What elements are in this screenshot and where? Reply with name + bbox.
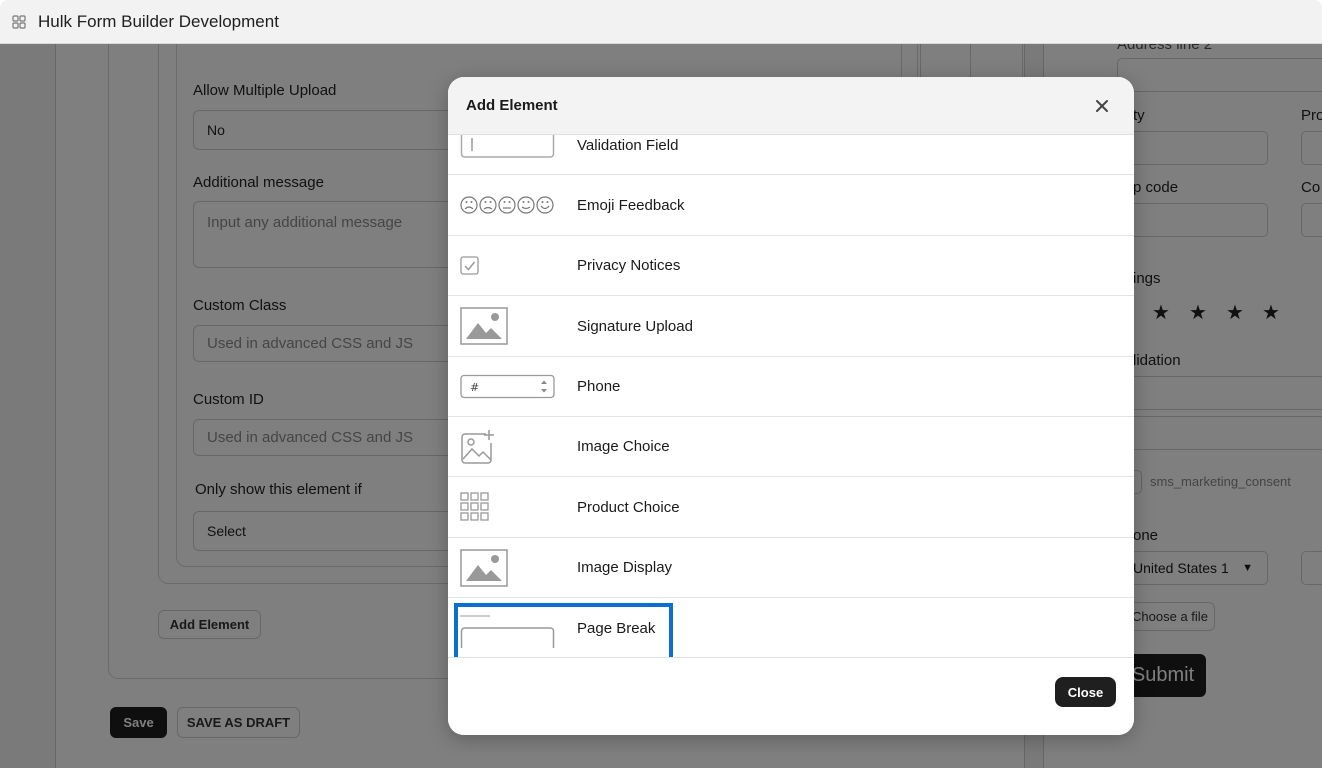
element-option-phone[interactable]: # Phone (448, 357, 1134, 417)
image-icon (460, 296, 570, 356)
app-grid-icon (10, 13, 28, 31)
element-option-page-break[interactable]: Page Break (448, 598, 1134, 657)
element-option-emoji-feedback[interactable]: Emoji Feedback (448, 175, 1134, 236)
element-option-image-choice[interactable]: Image Choice (448, 417, 1134, 478)
element-option-product-choice[interactable]: Product Choice (448, 477, 1134, 538)
element-option-label: Image Choice (577, 438, 670, 456)
close-button[interactable]: Close (1055, 677, 1116, 707)
modal-title: Add Element (466, 97, 558, 114)
modal-footer: Close (448, 657, 1134, 735)
element-option-label: Signature Upload (577, 317, 693, 335)
element-option-label: Privacy Notices (577, 257, 681, 275)
element-option-validation-field[interactable]: Validation Field (448, 135, 1134, 176)
element-list-container[interactable]: Validation Field Emoji Feedback Privacy … (448, 135, 1134, 657)
page-break-icon (460, 598, 570, 657)
element-option-label: Phone (577, 378, 621, 396)
element-option-signature-upload[interactable]: Signature Upload (448, 296, 1134, 357)
emoji-faces-icon (460, 175, 570, 235)
svg-text:#: # (470, 381, 479, 394)
element-option-label: Image Display (577, 559, 673, 577)
image-icon (460, 538, 570, 598)
image-add-icon (460, 417, 570, 477)
window-title: Hulk Form Builder Development (38, 11, 279, 31)
element-option-image-display[interactable]: Image Display (448, 538, 1134, 599)
element-option-label: Emoji Feedback (577, 196, 685, 214)
element-option-privacy-notices[interactable]: Privacy Notices (448, 236, 1134, 297)
element-list: Validation Field Emoji Feedback Privacy … (448, 135, 1134, 657)
window-titlebar: Hulk Form Builder Development (0, 0, 1322, 44)
number-input-icon: # (460, 357, 570, 417)
close-icon[interactable] (1090, 94, 1114, 118)
checkbox-icon (460, 236, 570, 296)
element-option-label: Validation Field (577, 136, 679, 154)
input-field-icon (460, 135, 570, 175)
add-element-modal: Add Element Validation Field Emoji Feedb… (448, 77, 1134, 735)
grid-icon (460, 477, 570, 537)
modal-header: Add Element (448, 77, 1134, 135)
element-option-label: Product Choice (577, 498, 680, 516)
element-option-label: Page Break (577, 619, 656, 637)
